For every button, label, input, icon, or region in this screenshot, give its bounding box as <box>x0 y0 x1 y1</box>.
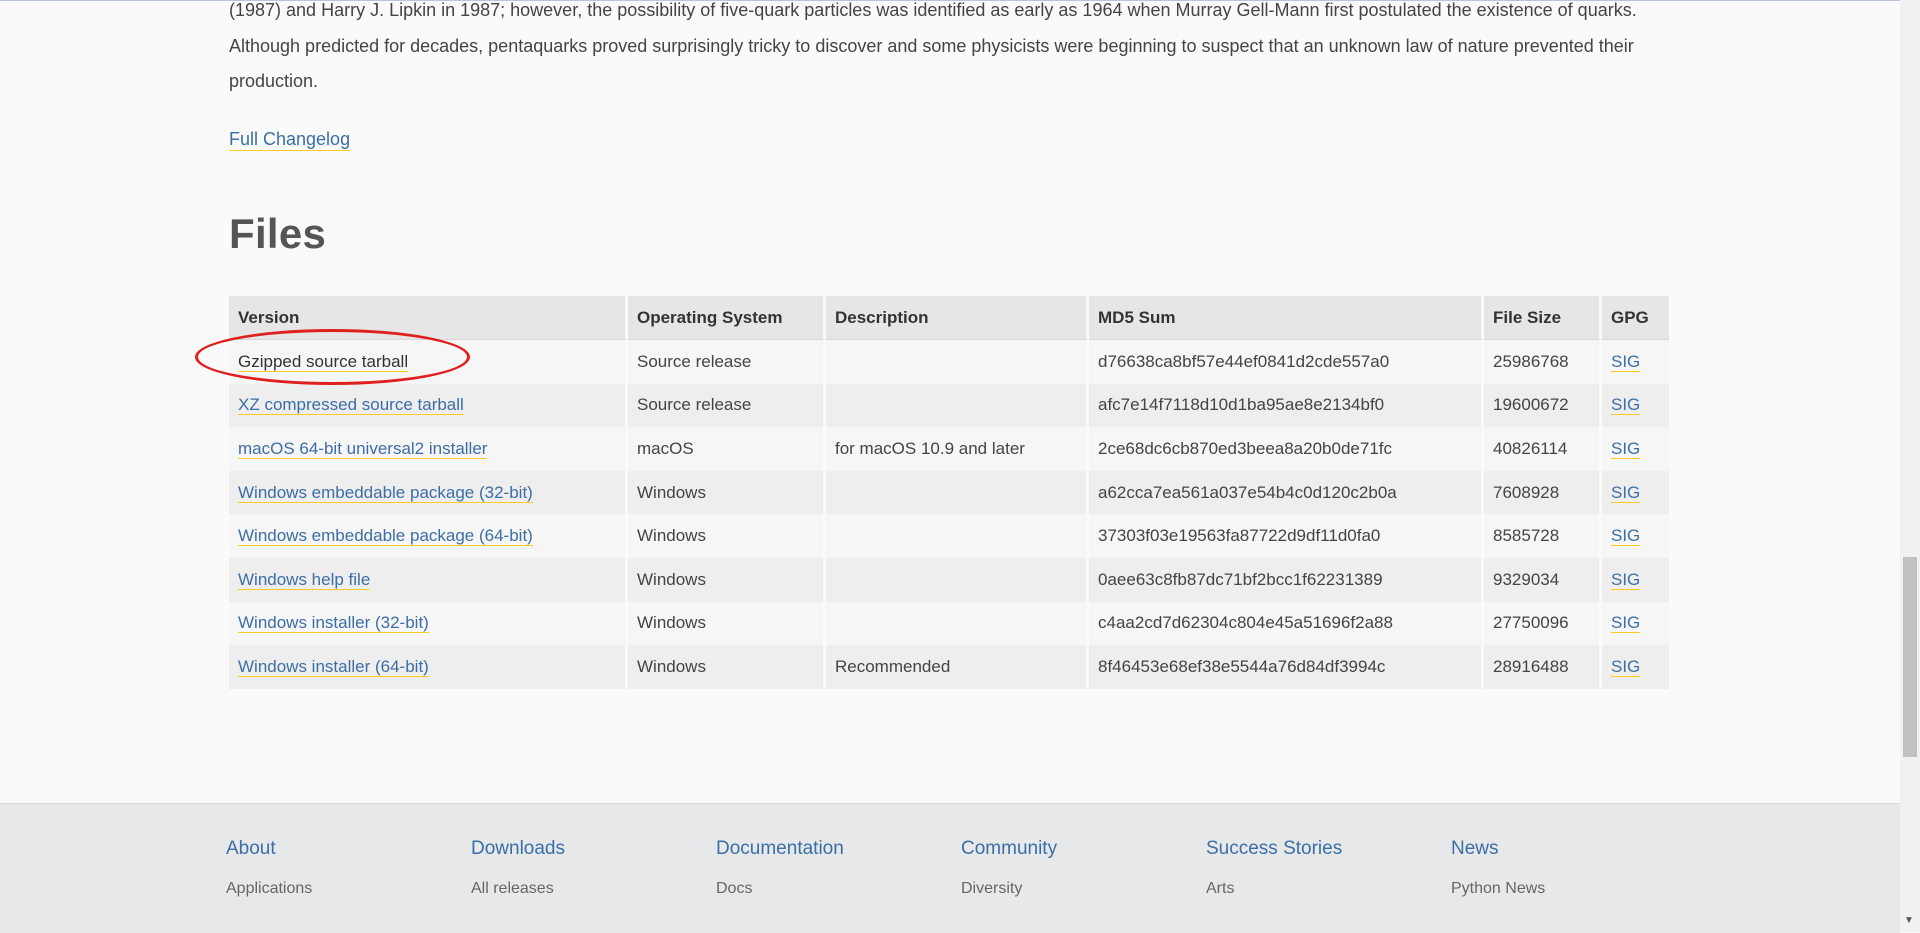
footer-column-documentation: Documentation Docs <box>716 838 844 898</box>
table-row: Windows embeddable package (32-bit) Wind… <box>229 470 1669 515</box>
file-size-cell: 7608928 <box>1484 470 1602 515</box>
sig-link[interactable]: SIG <box>1611 613 1641 634</box>
footer-heading-news[interactable]: News <box>1451 838 1545 860</box>
file-link[interactable]: Windows installer (32-bit) <box>238 613 429 634</box>
intro-paragraph: (1987) and Harry J. Lipkin in 1987; howe… <box>229 0 1637 91</box>
footer-column-success-stories: Success Stories Arts <box>1206 838 1342 898</box>
md5-cell: d76638ca8bf57e44ef0841d2cde557a0 <box>1089 340 1484 384</box>
column-header-gpg: GPG <box>1602 296 1669 340</box>
footer-heading-community[interactable]: Community <box>961 838 1057 860</box>
footer-link-python-news[interactable]: Python News <box>1451 880 1545 898</box>
footer-heading-success-stories[interactable]: Success Stories <box>1206 838 1342 860</box>
scroll-down-arrow-icon[interactable]: ▼ <box>1904 915 1914 926</box>
column-header-os: Operating System <box>628 296 826 340</box>
file-size-cell: 8585728 <box>1484 514 1602 558</box>
column-header-version: Version <box>229 296 628 340</box>
table-row: macOS 64-bit universal2 installer macOS … <box>229 427 1669 471</box>
footer-column-community: Community Diversity <box>961 838 1057 898</box>
file-size-cell: 27750096 <box>1484 601 1602 646</box>
footer-link-applications[interactable]: Applications <box>226 880 312 898</box>
scrollbar-thumb[interactable] <box>1903 557 1917 757</box>
os-cell: Windows <box>628 514 826 558</box>
footer-heading-documentation[interactable]: Documentation <box>716 838 844 860</box>
sig-link[interactable]: SIG <box>1611 438 1641 459</box>
file-link[interactable]: Windows embeddable package (64-bit) <box>238 526 533 547</box>
column-header-description: Description <box>826 296 1089 340</box>
site-footer: About Applications Downloads All release… <box>0 803 1900 933</box>
footer-column-about: About Applications <box>226 838 312 898</box>
description-cell <box>826 470 1089 515</box>
footer-link-diversity[interactable]: Diversity <box>961 880 1057 898</box>
file-link[interactable]: Gzipped source tarball <box>238 351 409 372</box>
sig-link[interactable]: SIG <box>1611 526 1641 547</box>
table-row: Windows installer (32-bit) Windows c4aa2… <box>229 601 1669 646</box>
md5-cell: 2ce68dc6cb870ed3beea8a20b0de71fc <box>1089 427 1484 471</box>
description-cell <box>826 557 1089 602</box>
description-cell <box>826 383 1089 428</box>
file-size-cell: 9329034 <box>1484 557 1602 602</box>
table-row: Windows help file Windows 0aee63c8fb87dc… <box>229 557 1669 602</box>
os-cell: Source release <box>628 383 826 428</box>
description-cell <box>826 514 1089 558</box>
md5-cell: 8f46453e68ef38e5544a76d84df3994c <box>1089 645 1484 689</box>
os-cell: Source release <box>628 340 826 384</box>
sig-link[interactable]: SIG <box>1611 656 1641 677</box>
footer-heading-about[interactable]: About <box>226 838 312 860</box>
footer-link-docs[interactable]: Docs <box>716 880 844 898</box>
footer-column-news: News Python News <box>1451 838 1545 898</box>
sig-link[interactable]: SIG <box>1611 482 1641 503</box>
description-cell: for macOS 10.9 and later <box>826 427 1089 471</box>
description-cell: Recommended <box>826 645 1089 689</box>
footer-column-downloads: Downloads All releases <box>471 838 565 898</box>
description-cell <box>826 601 1089 646</box>
md5-cell: c4aa2cd7d62304c804e45a51696f2a88 <box>1089 601 1484 646</box>
file-link[interactable]: XZ compressed source tarball <box>238 395 464 416</box>
files-table: Version Operating System Description MD5… <box>229 296 1669 689</box>
md5-cell: 0aee63c8fb87dc71bf2bcc1f62231389 <box>1089 557 1484 602</box>
file-link[interactable]: macOS 64-bit universal2 installer <box>238 438 488 459</box>
os-cell: Windows <box>628 470 826 515</box>
table-header-row: Version Operating System Description MD5… <box>229 296 1669 340</box>
footer-link-all-releases[interactable]: All releases <box>471 880 565 898</box>
footer-heading-downloads[interactable]: Downloads <box>471 838 565 860</box>
sig-link[interactable]: SIG <box>1611 569 1641 590</box>
sig-link[interactable]: SIG <box>1611 395 1641 416</box>
table-row: Windows embeddable package (64-bit) Wind… <box>229 514 1669 558</box>
table-row: XZ compressed source tarball Source rele… <box>229 383 1669 428</box>
file-link[interactable]: Windows embeddable package (32-bit) <box>238 482 533 503</box>
table-row: Gzipped source tarball Source release d7… <box>229 340 1669 384</box>
table-row: Windows installer (64-bit) Windows Recom… <box>229 645 1669 689</box>
os-cell: Windows <box>628 645 826 689</box>
file-link[interactable]: Windows installer (64-bit) <box>238 656 429 677</box>
file-size-cell: 28916488 <box>1484 645 1602 689</box>
sig-link[interactable]: SIG <box>1611 351 1641 372</box>
files-heading: Files <box>229 210 327 257</box>
file-size-cell: 40826114 <box>1484 427 1602 471</box>
md5-cell: 37303f03e19563fa87722d9df11d0fa0 <box>1089 514 1484 558</box>
os-cell: Windows <box>628 601 826 646</box>
file-size-cell: 19600672 <box>1484 383 1602 428</box>
vertical-scrollbar[interactable] <box>1900 0 1920 932</box>
column-header-file-size: File Size <box>1484 296 1602 340</box>
file-size-cell: 25986768 <box>1484 340 1602 384</box>
description-cell <box>826 340 1089 384</box>
md5-cell: a62cca7ea561a037e54b4c0d120c2b0a <box>1089 470 1484 515</box>
os-cell: Windows <box>628 557 826 602</box>
footer-link-arts[interactable]: Arts <box>1206 880 1342 898</box>
full-changelog-link[interactable]: Full Changelog <box>229 128 351 151</box>
os-cell: macOS <box>628 427 826 471</box>
column-header-md5: MD5 Sum <box>1089 296 1484 340</box>
md5-cell: afc7e14f7118d10d1ba95ae8e2134bf0 <box>1089 383 1484 428</box>
file-link[interactable]: Windows help file <box>238 569 371 590</box>
